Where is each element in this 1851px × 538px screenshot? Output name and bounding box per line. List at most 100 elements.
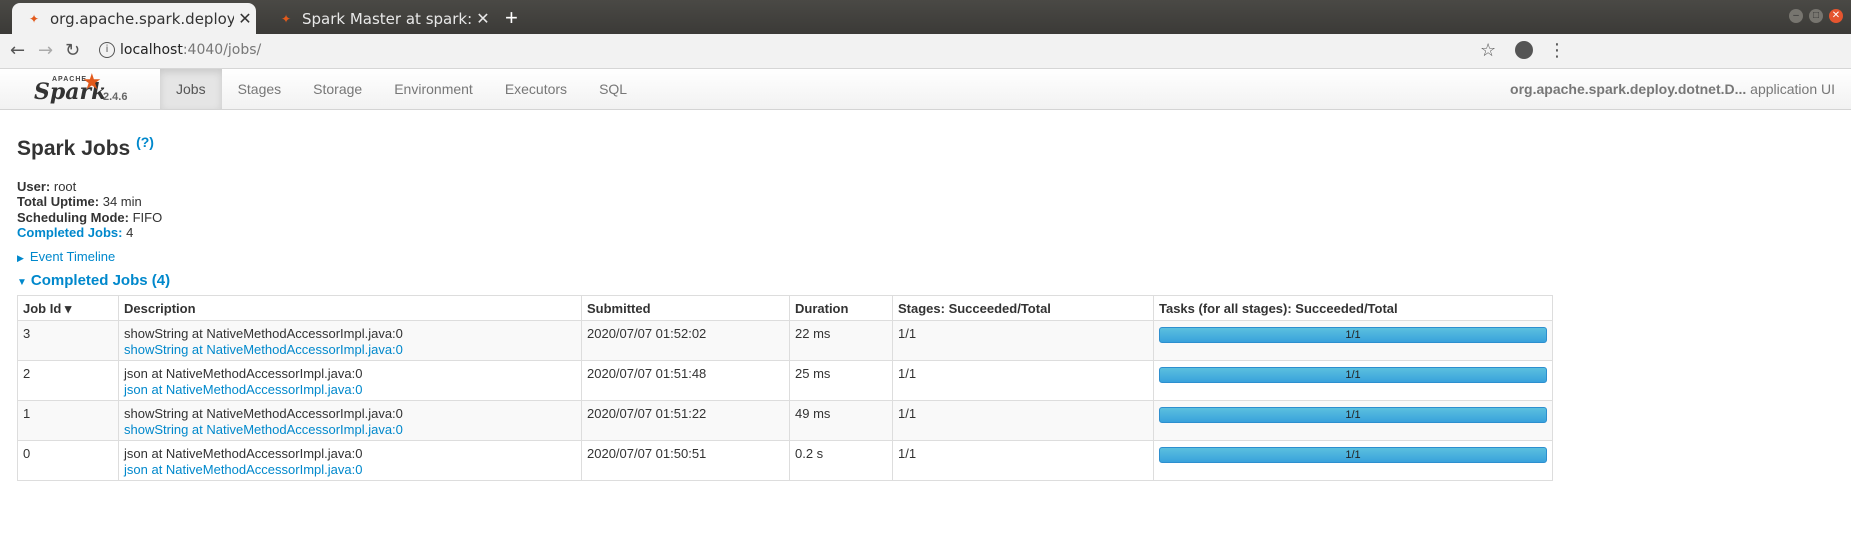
job-description: json at NativeMethodAccessorImpl.java:0 j…	[118, 440, 582, 482]
table-row: 0 json at NativeMethodAccessorImpl.java:…	[17, 440, 1553, 482]
close-tab-icon[interactable]: ✕	[234, 9, 256, 28]
user-value: root	[53, 179, 77, 194]
summary-completed: Completed Jobs: 4	[17, 225, 1834, 240]
help-link[interactable]: (?)	[136, 134, 154, 150]
tasks-progress-bar: 1/1	[1159, 327, 1547, 344]
app-suffix: application UI	[1750, 81, 1835, 97]
tab-storage[interactable]: Storage	[297, 69, 378, 109]
tab-executors[interactable]: Executors	[489, 69, 583, 109]
tab-jobs[interactable]: Jobs	[160, 69, 222, 109]
summary-list: User: root Total Uptime: 34 min Scheduli…	[17, 179, 1834, 240]
job-duration: 0.2 s	[789, 440, 893, 482]
uptime-label: Total Uptime:	[17, 194, 100, 210]
expand-arrow-icon: ▶	[17, 253, 24, 264]
maximize-icon[interactable]: □	[1809, 9, 1823, 23]
spark-nav-tabs: Jobs Stages Storage Environment Executor…	[160, 69, 643, 109]
job-submitted: 2020/07/07 01:50:51	[581, 440, 790, 482]
job-detail-link[interactable]: json at NativeMethodAccessorImpl.java:0	[124, 462, 576, 477]
tab-sql[interactable]: SQL	[583, 69, 643, 109]
reload-icon[interactable]: ↻	[65, 40, 80, 61]
close-window-icon[interactable]: ✕	[1829, 9, 1843, 23]
browser-tab-active[interactable]: ✦ org.apache.spark.deploy. ✕	[12, 3, 256, 34]
col-job-id[interactable]: Job Id ▾	[17, 295, 119, 322]
forward-icon[interactable]: →	[38, 40, 53, 61]
user-label: User:	[17, 179, 51, 194]
spark-favicon-icon: ✦	[280, 11, 292, 26]
job-id: 1	[17, 400, 119, 442]
url-path: :4040/jobs/	[182, 42, 262, 58]
bookmark-star-icon[interactable]: ☆	[1480, 40, 1496, 61]
back-icon[interactable]: ←	[10, 40, 25, 61]
table-header-row: Job Id ▾ Description Submitted Duration …	[17, 295, 1553, 322]
close-tab-icon[interactable]: ✕	[472, 9, 494, 28]
tasks-progress-bar: 1/1	[1159, 447, 1547, 464]
summary-user: User: root	[17, 179, 1834, 194]
job-id: 2	[17, 360, 119, 402]
job-stages: 1/1	[892, 360, 1154, 402]
job-stages: 1/1	[892, 440, 1154, 482]
job-description: showString at NativeMethodAccessorImpl.j…	[118, 400, 582, 442]
account-icon[interactable]	[1515, 41, 1533, 59]
page-title-text: Spark Jobs	[17, 137, 131, 160]
job-duration: 49 ms	[789, 400, 893, 442]
completed-jobs-link[interactable]: Completed Jobs:	[17, 225, 122, 240]
menu-icon[interactable]: ⋮	[1548, 40, 1566, 61]
job-detail-link[interactable]: json at NativeMethodAccessorImpl.java:0	[124, 382, 576, 397]
completed-value: 4	[126, 224, 134, 240]
job-detail-link[interactable]: showString at NativeMethodAccessorImpl.j…	[124, 422, 576, 437]
col-tasks[interactable]: Tasks (for all stages): Succeeded/Total	[1153, 295, 1553, 322]
app-name: org.apache.spark.deploy.dotnet.D...	[1510, 81, 1747, 97]
completed-jobs-toggle[interactable]: ▼ Completed Jobs (4)	[17, 272, 1834, 289]
job-submitted: 2020/07/07 01:51:22	[581, 400, 790, 442]
event-timeline-toggle[interactable]: ▶ Event Timeline	[17, 249, 1834, 264]
tab-stages[interactable]: Stages	[222, 69, 298, 109]
table-row: 2 json at NativeMethodAccessorImpl.java:…	[17, 360, 1553, 402]
col-description[interactable]: Description	[118, 295, 582, 322]
col-stages[interactable]: Stages: Succeeded/Total	[892, 295, 1154, 322]
col-submitted[interactable]: Submitted	[581, 295, 790, 322]
spark-star-icon: ★	[82, 69, 102, 94]
job-submitted: 2020/07/07 01:51:48	[581, 360, 790, 402]
app-title: org.apache.spark.deploy.dotnet.D... appl…	[1510, 69, 1835, 109]
jobs-table: Job Id ▾ Description Submitted Duration …	[17, 295, 1553, 482]
job-tasks: 1/1	[1153, 360, 1553, 402]
summary-scheduling: Scheduling Mode: FIFO	[17, 210, 1834, 225]
tab-title: Spark Master at spark://u	[302, 9, 472, 28]
table-row: 1 showString at NativeMethodAccessorImpl…	[17, 400, 1553, 442]
completed-label: Completed Jobs:	[17, 224, 123, 240]
spark-navbar: APACHE Spark ★ 2.4.6 Jobs Stages Storage…	[0, 69, 1851, 110]
url-host: localhost	[120, 42, 183, 58]
tab-title: org.apache.spark.deploy.	[50, 9, 234, 28]
tab-environment[interactable]: Environment	[378, 69, 489, 109]
browser-tab-inactive[interactable]: ✦ Spark Master at spark://u ✕	[264, 3, 494, 34]
collapse-arrow-icon: ▼	[17, 277, 27, 289]
job-description: json at NativeMethodAccessorImpl.java:0 j…	[118, 360, 582, 402]
job-stages: 1/1	[892, 320, 1154, 362]
browser-tabbar: ✦ org.apache.spark.deploy. ✕ ✦ Spark Mas…	[0, 0, 1851, 34]
new-tab-icon[interactable]: +	[505, 5, 518, 31]
job-duration: 22 ms	[789, 320, 893, 362]
description-text: showString at NativeMethodAccessorImpl.j…	[124, 326, 403, 342]
col-duration[interactable]: Duration	[789, 295, 893, 322]
description-text: json at NativeMethodAccessorImpl.java:0	[124, 366, 363, 382]
address-bar: ← → ↻ i localhost:4040/jobs/ ☆ ⋮	[0, 34, 1851, 69]
url-field[interactable]: localhost:4040/jobs/	[120, 42, 261, 58]
spark-version: 2.4.6	[103, 91, 128, 103]
summary-uptime: Total Uptime: 34 min	[17, 194, 1834, 209]
job-description: showString at NativeMethodAccessorImpl.j…	[118, 320, 582, 362]
job-tasks: 1/1	[1153, 400, 1553, 442]
job-tasks: 1/1	[1153, 320, 1553, 362]
sched-label: Scheduling Mode:	[17, 209, 129, 225]
description-text: showString at NativeMethodAccessorImpl.j…	[124, 406, 403, 422]
site-info-icon[interactable]: i	[99, 42, 115, 58]
page-title: Spark Jobs (?)	[17, 134, 1834, 161]
completed-jobs-heading: Completed Jobs (4)	[30, 272, 171, 290]
uptime-value: 34 min	[102, 194, 142, 210]
tasks-progress-bar: 1/1	[1159, 407, 1547, 424]
job-duration: 25 ms	[789, 360, 893, 402]
tasks-progress-bar: 1/1	[1159, 367, 1547, 384]
window-controls: – □ ✕	[1789, 9, 1843, 23]
job-id: 3	[17, 320, 119, 362]
minimize-icon[interactable]: –	[1789, 9, 1803, 23]
job-detail-link[interactable]: showString at NativeMethodAccessorImpl.j…	[124, 342, 576, 357]
